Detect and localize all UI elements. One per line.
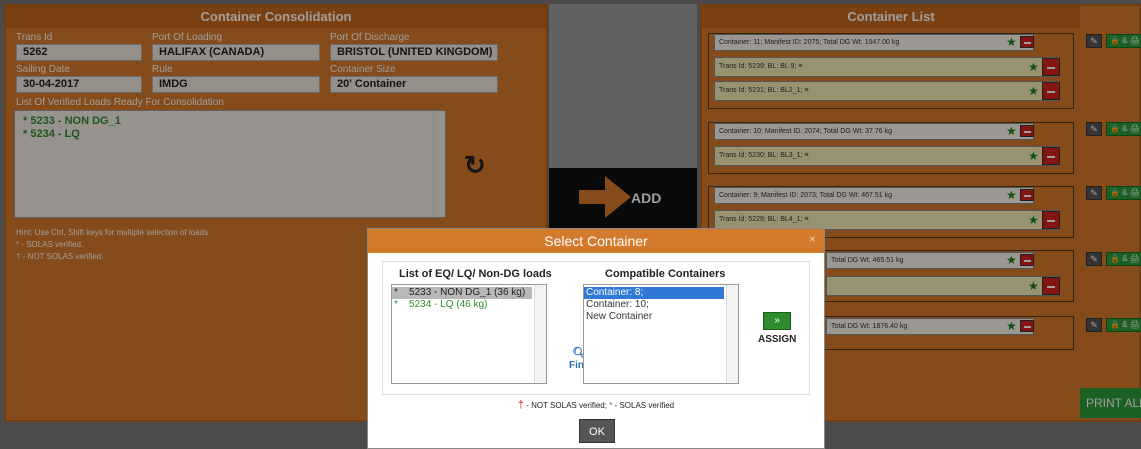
- list-item[interactable]: Container: 8;: [584, 287, 724, 299]
- legend-text: - SOLAS verified: [612, 401, 675, 410]
- list-item[interactable]: * 5234 - LQ (46 kg): [392, 299, 532, 311]
- containers-listbox[interactable]: Container: 8; Container: 10; New Contain…: [583, 284, 739, 384]
- list-item[interactable]: Container: 10;: [584, 299, 724, 311]
- solas-legend: † - NOT SOLAS verified; * - SOLAS verifi…: [368, 399, 824, 411]
- list-item[interactable]: New Container: [584, 311, 724, 323]
- loads-listbox[interactable]: * 5233 - NON DG_1 (36 kg) * 5234 - LQ (4…: [391, 284, 547, 384]
- star-icon: *: [394, 287, 398, 298]
- legend-text: - NOT SOLAS verified;: [523, 401, 610, 410]
- loads-list-title: List of EQ/ LQ/ Non-DG loads: [399, 268, 552, 280]
- dialog-title: Select Container: [368, 229, 824, 253]
- list-item[interactable]: * 5233 - NON DG_1 (36 kg): [392, 287, 532, 299]
- containers-list-title: Compatible Containers: [605, 268, 726, 280]
- close-icon[interactable]: ×: [809, 232, 816, 246]
- scrollbar[interactable]: [726, 285, 738, 383]
- select-container-dialog: Select Container × List of EQ/ LQ/ Non-D…: [367, 228, 825, 449]
- scrollbar[interactable]: [534, 285, 546, 383]
- load-text: 5234 - LQ (46 kg): [409, 299, 488, 310]
- dialog-body: List of EQ/ LQ/ Non-DG loads * 5233 - NO…: [382, 261, 810, 395]
- ok-button[interactable]: OK: [579, 419, 615, 443]
- assign-label: ASSIGN: [758, 334, 797, 345]
- load-text: 5233 - NON DG_1 (36 kg): [409, 287, 526, 298]
- assign-button[interactable]: »: [763, 312, 791, 330]
- star-icon: *: [394, 299, 398, 310]
